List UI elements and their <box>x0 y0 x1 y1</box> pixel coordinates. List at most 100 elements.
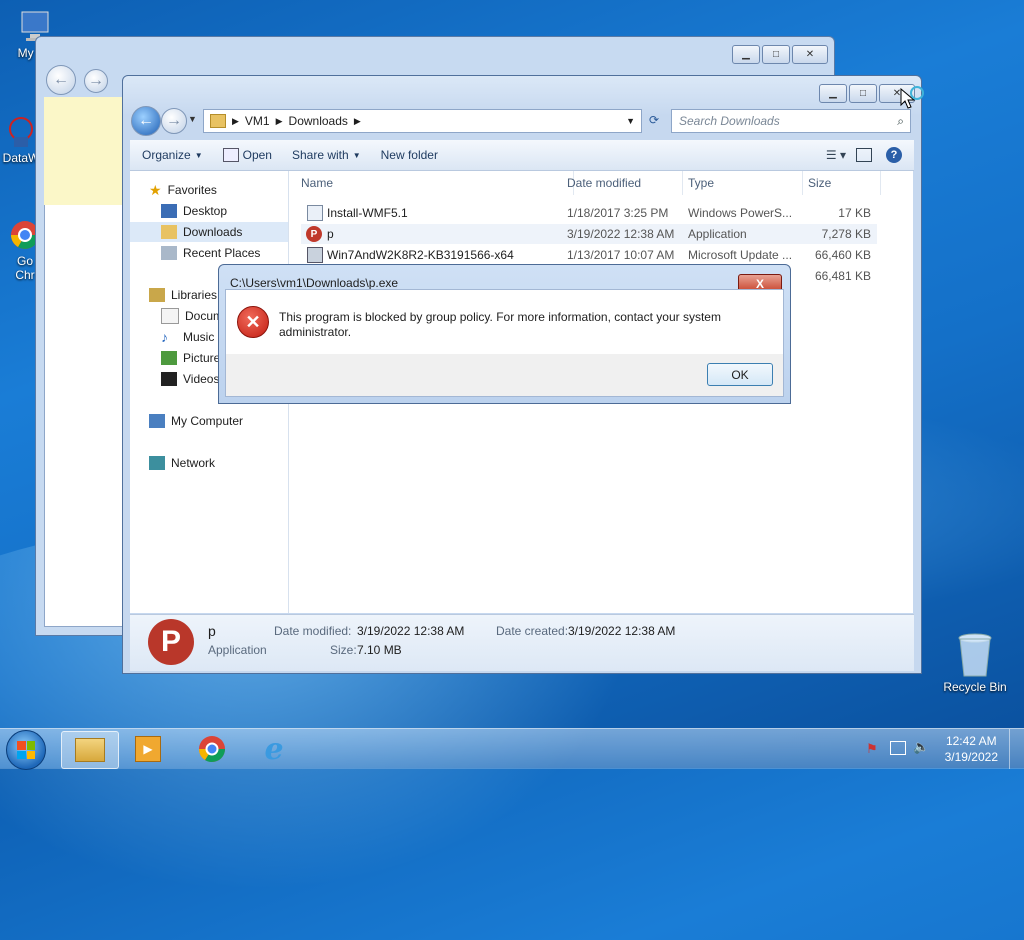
show-desktop-button[interactable] <box>1009 729 1024 769</box>
powershell-script-icon <box>307 205 323 221</box>
ok-button[interactable]: OK <box>707 363 773 386</box>
back-button[interactable]: ← <box>46 65 76 95</box>
start-button[interactable] <box>6 730 46 770</box>
details-created-label: Date created: <box>496 624 569 638</box>
network-status-icon[interactable] <box>890 741 906 755</box>
dialog-title: C:\Users\vm1\Downloads\p.exe <box>230 276 399 290</box>
details-pane: P p Application Date modified: 3/19/2022… <box>130 614 914 671</box>
file-name: Win7AndW2K8R2-KB3191566-x64 <box>327 248 514 262</box>
address-dropdown-icon[interactable]: ▼ <box>626 116 635 126</box>
dialog-message: This program is blocked by group policy.… <box>279 310 721 339</box>
desktop-icon-label: Recycle Bin <box>943 680 1007 694</box>
minimize-button[interactable]: ▁ <box>732 45 760 64</box>
breadcrumb-vm1[interactable]: VM1 <box>245 114 270 128</box>
window-caption-buttons: ▁ □ ✕ <box>732 45 828 64</box>
column-header-date[interactable]: Date modified <box>561 171 683 195</box>
dialog-footer: OK <box>225 354 784 397</box>
nav-label: Picture <box>183 351 221 365</box>
column-header-label: Date modified <box>567 176 642 190</box>
nav-label: Videos <box>183 372 220 386</box>
file-row[interactable]: Win7AndW2K8R2-KB3191566-x64 1/13/2017 10… <box>301 245 877 265</box>
forward-button[interactable]: → <box>84 69 108 93</box>
desktop-icon-label: DataW <box>2 151 40 165</box>
new-folder-button[interactable]: New folder <box>381 148 438 162</box>
network-icon <box>149 456 165 470</box>
taskbar: ▶ e ⚑ 🔈 12:42 AM 3/19/2022 <box>0 728 1024 770</box>
details-name: p <box>208 623 216 639</box>
media-player-icon: ▶ <box>135 736 161 762</box>
file-row[interactable]: P p 3/19/2022 12:38 AM Application 7,278… <box>301 224 877 244</box>
desktop-icon <box>161 204 177 218</box>
file-size: 66,481 KB <box>814 269 871 283</box>
taskbar-chrome-button[interactable] <box>184 731 240 767</box>
action-center-flag-icon[interactable]: ⚑ <box>866 741 878 757</box>
file-date: 1/13/2017 10:07 AM <box>567 248 675 262</box>
taskbar-media-player-button[interactable]: ▶ <box>120 731 176 767</box>
search-placeholder: Search Downloads <box>679 114 780 128</box>
column-header-size[interactable]: Size <box>802 171 881 195</box>
desktop-icon-recycle-bin[interactable]: Recycle Bin <box>940 632 1010 694</box>
details-type: Application <box>208 643 267 657</box>
share-with-button[interactable]: Share with ▼ <box>292 148 361 162</box>
error-icon: ✕ <box>237 306 269 338</box>
file-size: 7,278 KB <box>821 227 871 241</box>
forward-button[interactable]: → <box>161 108 187 134</box>
nav-downloads[interactable]: Downloads <box>130 222 288 242</box>
minimize-button[interactable]: ▁ <box>819 84 847 103</box>
refresh-button[interactable]: ⟳ <box>643 109 665 131</box>
search-input[interactable]: Search Downloads ⌕ <box>671 109 911 133</box>
nav-label: Recent Places <box>183 246 261 260</box>
organize-button[interactable]: Organize ▼ <box>142 148 203 162</box>
organize-label: Organize <box>142 148 191 162</box>
breadcrumb-separator-icon: ▶ <box>232 115 239 126</box>
recent-pages-dropdown[interactable]: ▼ <box>188 114 197 124</box>
nav-network[interactable]: Network <box>149 453 307 473</box>
clock-date: 3/19/2022 <box>944 750 998 764</box>
file-row[interactable]: Install-WMF5.1 1/18/2017 3:25 PM Windows… <box>301 203 877 223</box>
back-button[interactable]: ← <box>131 106 161 136</box>
column-header-type[interactable]: Type <box>682 171 803 195</box>
libraries-icon <box>149 288 165 302</box>
maximize-button[interactable]: □ <box>849 84 877 103</box>
help-icon[interactable]: ? <box>886 147 902 163</box>
background-window-info-bar <box>44 97 124 205</box>
taskbar-ie-button[interactable]: e <box>246 731 302 767</box>
close-button[interactable]: ✕ <box>792 45 828 64</box>
search-icon[interactable]: ⌕ <box>897 114 904 129</box>
chrome-icon <box>198 736 226 763</box>
details-size-value: 7.10 MB <box>357 643 402 657</box>
view-options-button[interactable]: ☰ ▾ <box>826 148 846 162</box>
share-with-label: Share with <box>291 148 349 162</box>
column-header-label: Name <box>301 176 334 190</box>
maximize-button[interactable]: □ <box>762 45 790 64</box>
system-clock[interactable]: 12:42 AM 3/19/2022 <box>945 733 998 765</box>
ok-label: OK <box>731 367 749 382</box>
update-package-icon <box>307 247 323 263</box>
details-created-value: 3/19/2022 12:38 AM <box>568 624 676 638</box>
address-bar[interactable]: ▶ VM1 ▶ Downloads ▶ ▼ <box>203 109 642 133</box>
preview-pane-button[interactable] <box>856 148 872 162</box>
nav-label: Network <box>171 456 216 470</box>
psiphon-large-icon: P <box>148 619 194 665</box>
star-icon: ★ <box>149 181 162 198</box>
column-header-name[interactable]: Name <box>289 171 574 195</box>
details-modified-label: Date modified: <box>274 624 352 638</box>
clock-time: 12:42 AM <box>945 734 997 748</box>
nav-label: Libraries <box>171 288 218 302</box>
breadcrumb-downloads[interactable]: Downloads <box>289 114 348 128</box>
column-header-label: Type <box>688 176 715 190</box>
downloads-folder-icon <box>161 225 177 239</box>
folder-icon <box>210 114 226 128</box>
breadcrumb-separator-icon: ▶ <box>353 115 361 126</box>
open-label: Open <box>242 148 272 162</box>
windows-logo-icon <box>17 741 35 759</box>
file-name: p <box>327 227 334 241</box>
nav-my-computer[interactable]: My Computer <box>149 411 307 431</box>
taskbar-explorer-button[interactable] <box>61 731 119 769</box>
open-icon <box>222 148 239 162</box>
file-size: 66,460 KB <box>814 248 871 262</box>
nav-favorites[interactable]: ★ Favorites <box>149 180 307 200</box>
open-button[interactable]: Open <box>222 148 272 162</box>
volume-icon[interactable]: 🔈 <box>913 739 929 755</box>
details-modified-value: 3/19/2022 12:38 AM <box>357 624 465 638</box>
